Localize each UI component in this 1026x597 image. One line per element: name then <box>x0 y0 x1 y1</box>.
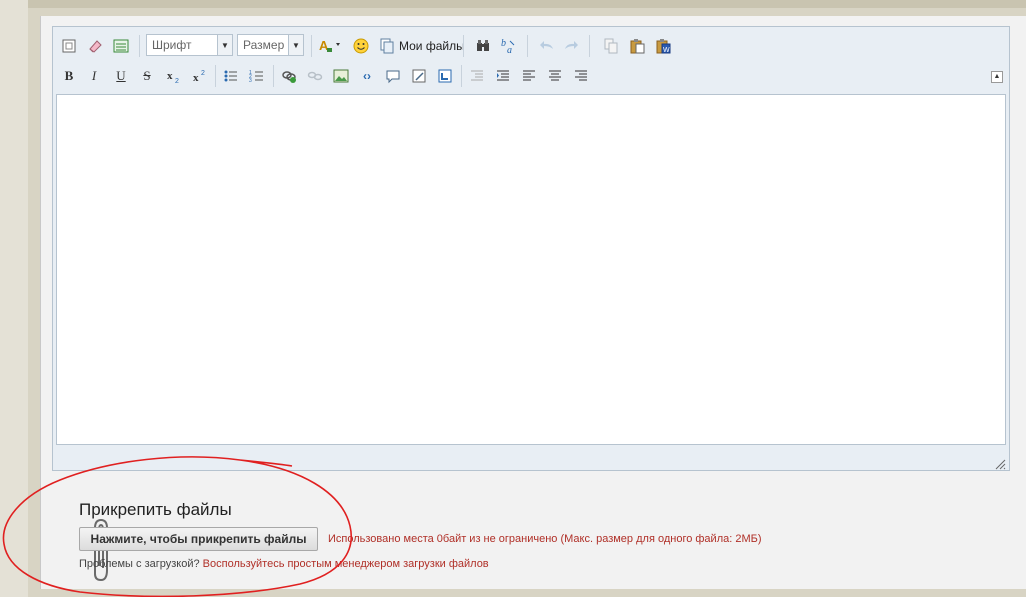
red-annotation-circle <box>2 456 352 597</box>
resize-grip-icon[interactable] <box>994 457 1006 470</box>
size-select[interactable]: Размер ▼ <box>237 34 304 56</box>
replace-icon[interactable]: ba <box>499 36 519 56</box>
toolbar-separator <box>463 35 464 57</box>
toolbar-separator <box>311 35 312 57</box>
copy-icon[interactable] <box>601 36 621 56</box>
numbered-list-icon[interactable]: 123 <box>247 66 267 86</box>
toolbar-separator <box>139 35 140 57</box>
align-center-icon[interactable] <box>545 66 565 86</box>
toolbar-separator <box>589 35 590 57</box>
toolbar-row-2: B I U S x2 x2 123 ‹› <box>53 61 1009 89</box>
subscript-icon[interactable]: x2 <box>163 66 183 86</box>
toggle-view-icon[interactable] <box>111 36 131 56</box>
toolbar-separator <box>461 65 462 87</box>
eraser-icon[interactable] <box>85 36 105 56</box>
my-files-icon[interactable] <box>377 36 397 56</box>
svg-text:x: x <box>167 70 173 82</box>
media-icon[interactable] <box>435 66 455 86</box>
paste-icon[interactable] <box>627 36 647 56</box>
svg-text:2: 2 <box>175 78 179 84</box>
svg-text:x: x <box>193 72 199 84</box>
top-band <box>0 0 1026 8</box>
source-icon[interactable] <box>59 36 79 56</box>
svg-text:a: a <box>507 45 512 55</box>
editor-text-area[interactable] <box>56 94 1006 445</box>
quote-icon[interactable] <box>383 66 403 86</box>
svg-text:b: b <box>501 38 506 49</box>
align-left-icon[interactable] <box>519 66 539 86</box>
bold-icon[interactable]: B <box>59 66 79 86</box>
redo-icon[interactable] <box>561 36 581 56</box>
unlink-icon[interactable] <box>305 66 325 86</box>
toolbar-row-1: Шрифт ▼ Размер ▼ A Мои файлы b a W <box>53 31 1009 59</box>
emoticon-icon[interactable] <box>351 36 371 56</box>
rich-text-editor: Шрифт ▼ Размер ▼ A Мои файлы b a W B I U… <box>52 26 1010 471</box>
italic-icon[interactable]: I <box>84 66 104 86</box>
code-icon[interactable]: ‹› <box>357 66 377 86</box>
text-color-icon[interactable]: A <box>317 36 345 56</box>
svg-text:3: 3 <box>249 78 252 84</box>
find-icon[interactable] <box>473 36 493 56</box>
strikethrough-icon[interactable]: S <box>137 66 157 86</box>
indent-icon[interactable] <box>493 66 513 86</box>
toolbar-separator <box>527 35 528 57</box>
my-files-label[interactable]: Мои файлы <box>399 39 465 53</box>
chevron-down-icon: ▼ <box>288 35 303 55</box>
bulleted-list-icon[interactable] <box>221 66 241 86</box>
chevron-down-icon: ▼ <box>217 35 232 55</box>
font-select-label: Шрифт <box>152 38 192 52</box>
paste-word-icon[interactable]: W <box>653 36 673 56</box>
superscript-icon[interactable]: x2 <box>189 66 209 86</box>
spoiler-icon[interactable] <box>409 66 429 86</box>
collapse-toolbar-icon[interactable]: ▲ <box>991 71 1003 83</box>
svg-text:W: W <box>663 47 670 54</box>
align-right-icon[interactable] <box>571 66 591 86</box>
toolbar-separator <box>215 65 216 87</box>
size-select-label: Размер <box>243 38 285 52</box>
font-select[interactable]: Шрифт ▼ <box>146 34 233 56</box>
underline-icon[interactable]: U <box>111 66 131 86</box>
toolbar-separator <box>273 65 274 87</box>
space-usage-info: Использовано места 0байт из не ограничен… <box>328 533 762 545</box>
undo-icon[interactable] <box>537 36 557 56</box>
image-icon[interactable] <box>331 66 351 86</box>
outdent-icon[interactable] <box>467 66 487 86</box>
link-icon[interactable] <box>279 66 299 86</box>
svg-text:2: 2 <box>201 70 205 77</box>
